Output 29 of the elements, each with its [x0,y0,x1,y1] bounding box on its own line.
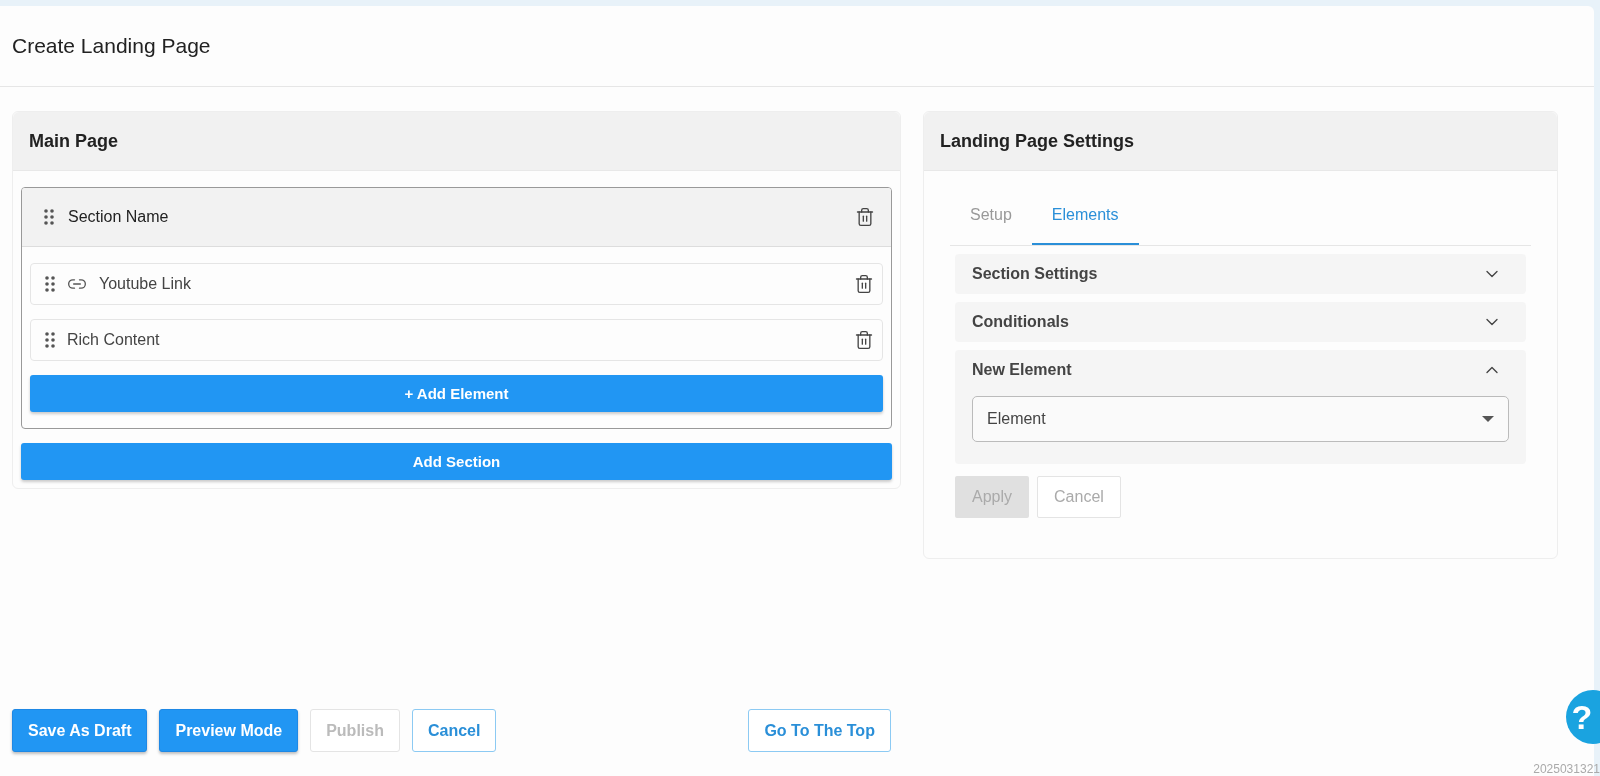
version-text: 2025031321 [1533,762,1600,776]
element-select[interactable]: Element [972,396,1509,442]
tab[interactable]: Elements [1031,187,1139,245]
footer-button[interactable]: Preview Mode [159,709,299,752]
go-to-top-button[interactable]: Go To The Top [748,709,891,752]
footer-button[interactable]: Save As Draft [12,709,148,752]
add-element-button[interactable]: + Add Element [30,375,883,412]
accordion-header[interactable]: Conditionals [955,302,1526,342]
page-title: Create Landing Page [12,34,211,58]
footer-button[interactable]: Cancel [411,709,497,752]
card-title: Landing Page Settings [940,130,1135,152]
delete-button[interactable] [854,330,874,350]
accordion-header[interactable]: Section Settings [955,254,1526,294]
drag-handle-icon[interactable] [45,331,55,349]
card-title: Main Page [29,130,119,152]
help-button[interactable]: ? [1566,690,1600,744]
drag-handle-icon[interactable] [44,208,54,226]
dropdown-caret-icon [1482,416,1494,422]
element-label: Rich Content [67,331,161,349]
element-label: Youtube Link [99,275,192,293]
delete-button[interactable] [855,207,875,227]
element-row[interactable]: Rich Content [30,319,883,361]
delete-button[interactable] [854,274,874,294]
accordion-header[interactable]: New Element [955,350,1526,390]
section-name: Section Name [68,208,170,226]
tab[interactable]: Setup [950,187,1032,245]
drag-handle-icon[interactable] [45,275,55,293]
add-section-button[interactable]: Add Section [21,443,892,480]
element-row[interactable]: Youtube Link [30,263,883,305]
